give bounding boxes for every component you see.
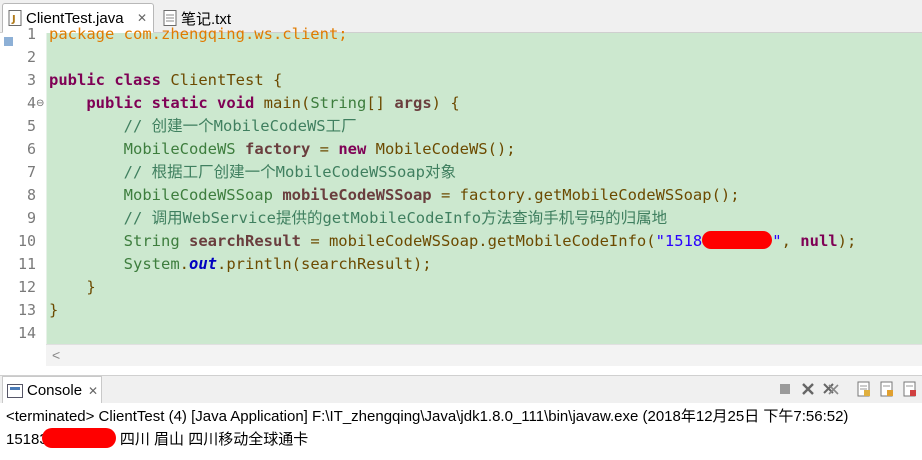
code-line: // 调用WebService提供的getMobileCodeInfo方法查询手… bbox=[49, 207, 667, 230]
code-token: System bbox=[123, 255, 180, 273]
console-icon bbox=[7, 383, 23, 398]
show-when-stderr-icon[interactable] bbox=[901, 380, 918, 397]
code-token: [] bbox=[366, 94, 395, 112]
code-token: = mobileCodeWSSoap.getMobileCodeInfo( bbox=[300, 232, 656, 250]
code-line: MobileCodeWS factory = new MobileCodeWS(… bbox=[49, 138, 516, 161]
code-token: } bbox=[49, 301, 59, 319]
code-token: main( bbox=[254, 94, 311, 112]
remove-launch-icon[interactable] bbox=[799, 380, 816, 397]
console-toolbar bbox=[776, 380, 918, 400]
code-token: // 创建一个MobileCodeWS工厂 bbox=[49, 117, 357, 135]
code-token: MobileCodeWS(); bbox=[366, 140, 516, 158]
code-token: ); bbox=[837, 232, 857, 250]
code-token: factory bbox=[244, 140, 311, 158]
line-number: 2 bbox=[26, 48, 36, 66]
code-token: = bbox=[310, 140, 339, 158]
code-line: String searchResult = mobileCodeWSSoap.g… bbox=[49, 230, 856, 253]
console-tab-bar: Console ✕ bbox=[0, 375, 922, 404]
line-number: 6 bbox=[26, 140, 36, 158]
code-token: null bbox=[800, 232, 838, 250]
code-token: com.zhengqing.ws.client; bbox=[114, 25, 348, 43]
tab-console[interactable]: Console ✕ bbox=[2, 376, 102, 404]
redaction-mark bbox=[41, 428, 116, 448]
code-token: ) { bbox=[431, 94, 460, 112]
remove-all-icon[interactable] bbox=[822, 380, 839, 397]
code-token: package bbox=[49, 25, 115, 43]
code-token: // 根据工厂创建一个MobileCodeWSSoap对象 bbox=[49, 163, 456, 181]
line-number: 5 bbox=[26, 117, 36, 135]
redaction-mark bbox=[702, 231, 773, 249]
fold-collapse-icon[interactable]: ⊖ bbox=[36, 98, 44, 109]
console-status-line: <terminated> ClientTest (4) [Java Applic… bbox=[6, 408, 849, 425]
code-token: class bbox=[114, 71, 162, 89]
code-token: public bbox=[49, 71, 105, 89]
line-number: 13 bbox=[17, 301, 36, 319]
line-number: 1 bbox=[26, 25, 36, 43]
line-number: 8 bbox=[26, 186, 36, 204]
horizontal-scrollbar[interactable]: < bbox=[46, 344, 922, 366]
code-line: System.out.println(searchResult); bbox=[49, 253, 432, 276]
code-token: ClientTest { bbox=[161, 71, 283, 89]
code-token: .println(searchResult); bbox=[217, 255, 432, 273]
code-token: String bbox=[123, 232, 180, 250]
code-token: " bbox=[772, 232, 782, 250]
code-token: void bbox=[217, 94, 255, 112]
line-number: 4 bbox=[26, 94, 36, 112]
code-token: = factory.getMobileCodeWSSoap(); bbox=[431, 186, 740, 204]
code-token: String bbox=[310, 94, 367, 112]
code-token: MobileCodeWS bbox=[123, 140, 236, 158]
line-number: 3 bbox=[26, 71, 36, 89]
console-output-area[interactable]: <terminated> ClientTest (4) [Java Applic… bbox=[0, 403, 922, 460]
code-token: . bbox=[179, 255, 189, 273]
code-area[interactable]: package com.zhengqing.ws.client; public c… bbox=[46, 25, 922, 344]
code-token: args bbox=[394, 94, 432, 112]
code-editor[interactable]: ⊖ 1 2 3 4 5 6 7 8 9 10 11 12 13 14 package com.zhengq… bbox=[0, 25, 922, 366]
code-token: // 调用WebService提供的getMobileCodeInfo方法查询手… bbox=[49, 209, 668, 227]
code-token: new bbox=[338, 140, 367, 158]
code-token: public bbox=[86, 94, 143, 112]
code-line: } bbox=[49, 299, 58, 322]
console-output-line: 15183 四川 眉山 四川移动全球通卡 bbox=[6, 428, 308, 449]
code-line: public static void main(String[] args) { bbox=[49, 92, 460, 115]
scroll-left-arrow-icon[interactable]: < bbox=[52, 347, 60, 363]
code-token: } bbox=[49, 278, 96, 296]
output-location: 四川 眉山 四川移动全球通卡 bbox=[115, 431, 309, 448]
line-number-gutter: ⊖ 1 2 3 4 5 6 7 8 9 10 11 12 13 14 bbox=[0, 25, 46, 344]
line-number: 11 bbox=[17, 255, 36, 273]
line-number: 9 bbox=[26, 209, 36, 227]
code-line: MobileCodeWSSoap mobileCodeWSSoap = fact… bbox=[49, 184, 740, 207]
scroll-lock-icon[interactable] bbox=[855, 380, 872, 397]
line-number: 12 bbox=[17, 278, 36, 296]
code-token: searchResult bbox=[189, 232, 301, 250]
code-line: // 根据工厂创建一个MobileCodeWSSoap对象 bbox=[49, 161, 456, 184]
code-token: out bbox=[189, 255, 217, 273]
code-line: package com.zhengqing.ws.client; bbox=[49, 23, 348, 46]
code-token: mobileCodeWSSoap bbox=[282, 186, 432, 204]
code-token: static bbox=[151, 94, 208, 112]
line-number: 14 bbox=[17, 324, 36, 342]
code-token: MobileCodeWSSoap bbox=[123, 186, 273, 204]
close-icon[interactable]: ✕ bbox=[88, 384, 98, 398]
code-line: // 创建一个MobileCodeWS工厂 bbox=[49, 115, 357, 138]
code-line: public class ClientTest { bbox=[49, 69, 282, 92]
show-when-stdout-icon[interactable] bbox=[878, 380, 895, 397]
stop-icon[interactable] bbox=[776, 380, 793, 397]
code-token: "1518 bbox=[655, 232, 703, 250]
line-number: 7 bbox=[26, 163, 36, 181]
code-token: , bbox=[781, 232, 801, 250]
code-line: } bbox=[49, 276, 96, 299]
line-number: 10 bbox=[17, 232, 36, 250]
console-tab-label: Console bbox=[27, 382, 83, 399]
